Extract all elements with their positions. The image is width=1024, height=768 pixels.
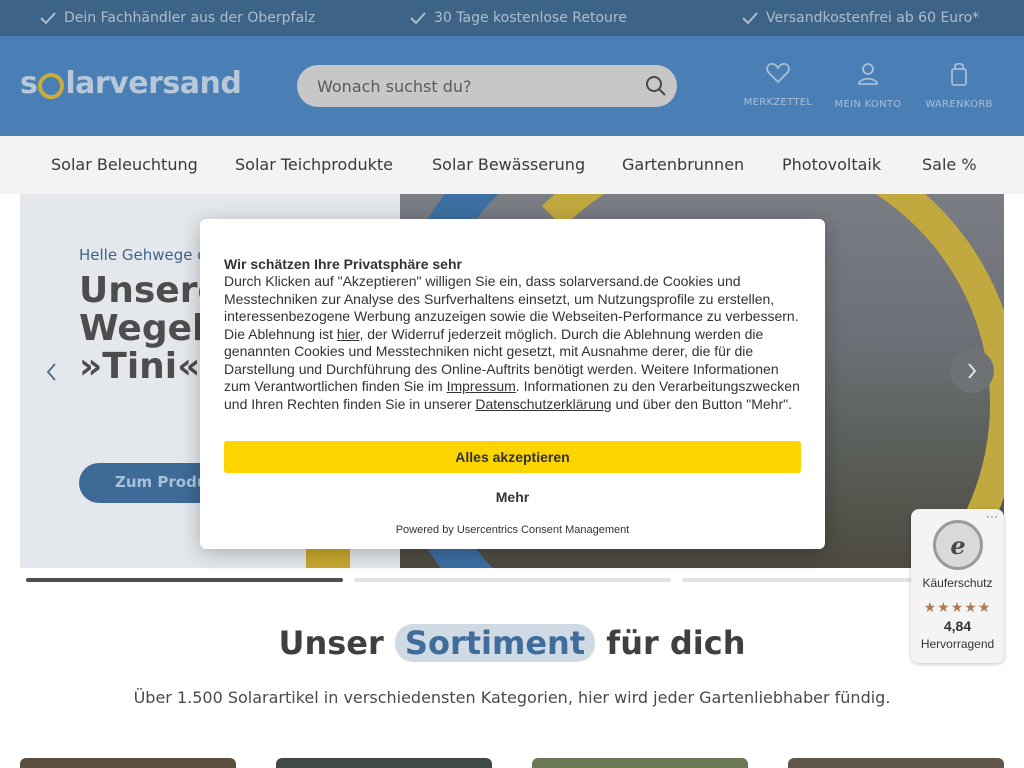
consent-reject-link[interactable]: hier <box>337 326 360 342</box>
hero-yellow-accent <box>306 548 350 568</box>
usp-label: 30 Tage kostenlose Retoure <box>434 10 627 26</box>
check-icon <box>742 12 758 24</box>
section-title-before: Unser <box>278 624 384 662</box>
usp-item: 30 Tage kostenlose Retoure <box>410 0 627 36</box>
hero-subtitle: Helle Gehwege o <box>79 246 207 264</box>
nav-item-photovoltaik[interactable]: Photovoltaik <box>782 155 881 174</box>
cart-icon <box>951 62 967 86</box>
category-card[interactable] <box>20 758 236 768</box>
wishlist-button[interactable]: MERKZETTEL <box>733 62 823 109</box>
section-title-after: für dich <box>606 624 746 662</box>
logo-prefix: s <box>20 66 38 101</box>
slider-progress-active[interactable] <box>26 578 343 582</box>
more-button[interactable]: Mehr <box>224 481 801 513</box>
account-label: MEIN KONTO <box>834 99 902 110</box>
buyer-protection-label: Käuferschutz <box>922 576 993 590</box>
slider-prev-icon[interactable] <box>40 360 64 384</box>
accept-all-button[interactable]: Alles akzeptieren <box>224 441 801 473</box>
consent-dialog: Wir schätzen Ihre Privatsphäre sehr Durc… <box>200 219 825 549</box>
check-icon <box>40 12 56 24</box>
consent-text: Durch Klicken auf "Akzeptieren" willigen… <box>224 273 804 413</box>
search-icon[interactable] <box>645 75 667 97</box>
chevron-right-icon <box>968 363 977 379</box>
consent-powered-by: Powered by Usercentrics Consent Manageme… <box>395 524 630 536</box>
nav-item-solar-beleuchtung[interactable]: Solar Beleuchtung <box>51 155 198 174</box>
site-logo[interactable]: s larversand <box>20 66 242 101</box>
category-card[interactable] <box>276 758 492 768</box>
nav-item-solar-teichprodukte[interactable]: Solar Teichprodukte <box>235 155 393 174</box>
consent-text-part: und über den Button "Mehr". <box>611 395 792 412</box>
usp-label: Versandkostenfrei ab 60 Euro* <box>766 10 980 26</box>
section-subtitle: Über 1.500 Solarartikel in verschiedenst… <box>133 688 891 707</box>
search-input[interactable] <box>317 76 637 96</box>
heart-icon <box>766 63 790 84</box>
seal-letter: e <box>950 531 966 560</box>
rating-value: 4,84 <box>943 618 972 634</box>
category-card[interactable] <box>532 758 748 768</box>
cart-button[interactable]: WARENKORB <box>914 62 1004 111</box>
trusted-shops-badge[interactable]: ··· e Käuferschutz ★★★★★ 4,84 Hervorrage… <box>911 509 1004 663</box>
search-bar <box>297 65 677 107</box>
logo-suffix: larversand <box>65 66 242 101</box>
account-button[interactable]: MEIN KONTO <box>823 62 913 111</box>
nav-item-solar-bewaesserung[interactable]: Solar Bewässerung <box>432 155 585 174</box>
check-icon <box>410 12 426 24</box>
cart-label: WARENKORB <box>925 99 993 110</box>
rating-stars: ★★★★★ <box>923 599 992 615</box>
consent-heading: Wir schätzen Ihre Privatsphäre sehr <box>224 256 462 272</box>
usp-item: Versandkostenfrei ab 60 Euro* <box>742 0 979 36</box>
nav-item-sale[interactable]: Sale % <box>922 155 977 174</box>
section-title: Unser Sortiment für dich <box>0 624 1024 662</box>
wishlist-label: MERKZETTEL <box>743 97 813 108</box>
usp-bar: Dein Fachhändler aus der Oberpfalz 30 Ta… <box>0 0 1024 36</box>
logo-sun-icon <box>38 72 65 99</box>
impressum-link[interactable]: Impressum <box>447 378 516 394</box>
section-title-highlight: Sortiment <box>394 624 596 662</box>
rating-verdict: Hervorragend <box>920 637 995 651</box>
trusted-shops-seal-icon: e <box>933 520 983 570</box>
slider-next-button[interactable] <box>950 349 994 393</box>
usp-item: Dein Fachhändler aus der Oberpfalz <box>40 0 315 36</box>
user-icon <box>858 63 878 85</box>
privacy-policy-link[interactable]: Datenschutzerklärung <box>475 396 611 412</box>
category-card[interactable] <box>788 758 1004 768</box>
usp-label: Dein Fachhändler aus der Oberpfalz <box>64 10 316 26</box>
nav-item-gartenbrunnen[interactable]: Gartenbrunnen <box>622 155 744 174</box>
more-options-icon[interactable]: ··· <box>986 509 998 523</box>
slider-progress[interactable] <box>354 578 671 582</box>
